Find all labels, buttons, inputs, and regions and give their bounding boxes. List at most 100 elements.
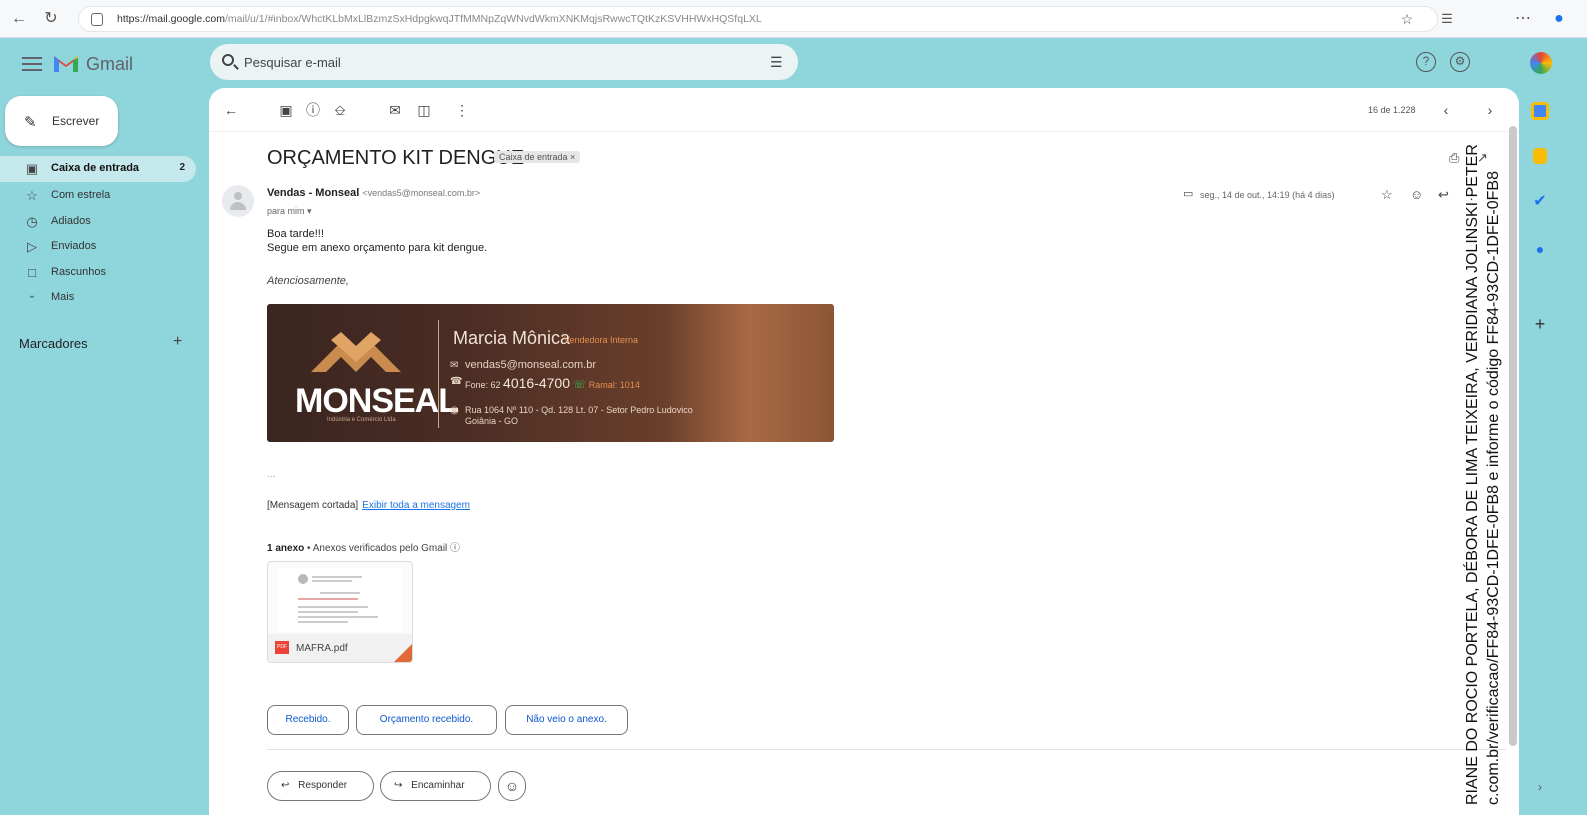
archive-icon[interactable]: ▣ (277, 101, 295, 119)
help-icon[interactable]: ? (1416, 52, 1436, 72)
search-bar[interactable]: ☰ (210, 44, 798, 80)
sidebar-item-snoozed[interactable]: ◷ Adiados (0, 209, 196, 235)
emoji-reaction-button[interactable]: ☺ (498, 771, 526, 801)
phone-icon: ☎ (450, 376, 463, 387)
tasks-icon[interactable]: ✔ (1531, 193, 1549, 211)
attachment-footer: PDF MAFRA.pdf (268, 634, 412, 662)
recipient-dropdown[interactable]: para mim ▾ (267, 206, 312, 217)
trimmed-content-dots[interactable]: ... (267, 469, 275, 480)
emoji-react-icon[interactable]: ☺ (1410, 187, 1423, 202)
main-menu-icon[interactable] (22, 57, 42, 71)
search-input[interactable] (244, 54, 644, 70)
scrollbar[interactable] (1509, 126, 1517, 746)
reply-arrow-icon: ↩ (281, 780, 290, 791)
star-icon[interactable]: ☆ (1381, 187, 1393, 203)
smart-reply-button[interactable]: Não veio o anexo. (505, 705, 628, 735)
page-fold-icon (392, 642, 412, 662)
lock-icon (91, 13, 103, 26)
email-icon: ✉ (450, 360, 459, 371)
compose-button[interactable]: ✎ Escrever (5, 96, 118, 146)
forward-button[interactable]: ↪ Encaminhar (380, 771, 491, 801)
reply-button[interactable]: ↩ Responder (267, 771, 374, 801)
back-to-inbox-icon[interactable]: ← (222, 101, 240, 119)
inbox-icon: ▣ (25, 161, 39, 176)
email-body: Boa tarde!!! Segue em anexo orçamento pa… (267, 228, 488, 254)
attachments-header: 1 anexo • Anexos verificados pelo Gmail … (267, 543, 461, 554)
print-icon[interactable]: ⎙ (1449, 150, 1459, 166)
reload-icon[interactable]: ↻ (40, 8, 62, 30)
keep-icon[interactable] (1533, 148, 1547, 164)
unread-count: 2 (179, 162, 185, 173)
sidebar-item-inbox[interactable]: ▣ Caixa de entrada 2 (0, 156, 196, 182)
smart-reply-button[interactable]: Recebido. (267, 705, 349, 735)
smart-reply-button[interactable]: Orçamento recebido. (356, 705, 497, 735)
location-pin-icon: ◉ (450, 405, 459, 416)
more-options-icon[interactable]: ⋮ (453, 101, 471, 119)
move-to-folder-icon[interactable]: ◫ (415, 101, 433, 119)
mark-unread-icon[interactable]: ✉ (386, 101, 404, 119)
favorites-icon[interactable]: ☰ (1436, 8, 1458, 30)
forward-arrow-icon: ↪ (394, 780, 403, 791)
label-icon: ▭ (1183, 188, 1194, 200)
add-addon-icon[interactable]: + (1531, 315, 1549, 333)
logo-subtitle: Indústria e Comércio Ltda (327, 417, 396, 423)
browser-profile-icon[interactable]: ● (1548, 8, 1570, 30)
info-icon[interactable]: ⓘ (450, 543, 460, 554)
sender-email: <vendas5@monseal.com.br> (362, 188, 481, 198)
address-bar[interactable]: https://mail.google.com/mail/u/1/#inbox/… (78, 6, 1438, 32)
bookmark-star-icon[interactable]: ☆ (1396, 8, 1418, 30)
attachment-card[interactable]: PDF MAFRA.pdf (267, 561, 413, 663)
pencil-icon: ✎ (24, 114, 37, 131)
add-label-icon[interactable]: + (173, 333, 182, 351)
sidebar-item-starred[interactable]: ☆ Com estrela (0, 183, 196, 209)
inbox-label-chip[interactable]: Caixa de entrada × (494, 151, 581, 163)
sender-avatar (222, 185, 254, 217)
pdf-preview (278, 568, 402, 632)
whatsapp-icon: ☏ (572, 379, 587, 391)
back-arrow-icon[interactable]: ← (8, 8, 30, 30)
signature-name: Marcia Mônica (453, 328, 571, 348)
sidebar-item-more[interactable]: ⌄ Mais (0, 285, 196, 311)
more-menu-icon[interactable]: ⋯ (1512, 8, 1534, 30)
signature-email: vendas5@monseal.com.br (465, 359, 597, 371)
sidebar-item-sent[interactable]: ▷ Enviados (0, 234, 196, 260)
document-crest-icon (298, 574, 308, 584)
email-date: seg., 14 de out., 14:19 (há 4 dias) (1200, 190, 1335, 200)
report-spam-icon[interactable]: ⓘ (304, 101, 322, 119)
app-name: Gmail (86, 54, 134, 74)
verification-watermark: RIANE DO ROCIO PORTELA, DÉBORA DE LIMA T… (1464, 144, 1502, 805)
sidebar-item-drafts[interactable]: □ Rascunhos (0, 260, 196, 286)
signature-role: Vendedora Interna (564, 335, 639, 345)
message-clipped-notice: [Mensagem cortada] Exibir toda a mensagem (267, 500, 471, 511)
message-counter: 16 de 1.228 (1368, 105, 1416, 115)
sender: Vendas - Monseal <vendas5@monseal.com.br… (267, 187, 480, 199)
attachment-filename: MAFRA.pdf (296, 643, 348, 654)
closing-text: Atenciosamente, (267, 275, 349, 287)
search-icon[interactable] (222, 54, 234, 66)
calendar-icon[interactable] (1531, 102, 1549, 120)
account-avatar[interactable] (1530, 52, 1552, 74)
chevron-down-icon: ⌄ (27, 290, 37, 301)
reply-icon[interactable]: ↩ (1438, 187, 1449, 203)
pdf-file-icon: PDF (275, 641, 289, 654)
email-toolbar: ← ▣ ⓘ ⎒ ✉ ◫ ⋮ 16 de 1.228 ‹ › (209, 88, 1519, 132)
draft-icon: □ (28, 265, 36, 280)
gmail-logo-icon[interactable] (52, 52, 80, 74)
view-full-message-link[interactable]: Exibir toda a mensagem (362, 500, 470, 511)
divider (267, 749, 1507, 750)
contacts-icon[interactable]: ● (1531, 240, 1549, 258)
email-subject: ORÇAMENTO KIT DENGUE (267, 147, 525, 169)
show-side-panel-icon[interactable]: › (1531, 778, 1549, 796)
delete-icon[interactable]: ⎒ (331, 101, 349, 119)
newer-chevron-icon[interactable]: ‹ (1437, 101, 1455, 119)
send-icon: ▷ (27, 239, 37, 254)
signature-banner: MONSEAL Indústria e Comércio Ltda Marcia… (267, 304, 834, 442)
banner-divider (438, 320, 439, 428)
signature-address: Rua 1064 Nº 110 - Qd. 128 Lt. 07 - Setor… (465, 405, 693, 426)
monseal-logo-text: MONSEAL (295, 382, 459, 420)
clock-icon: ◷ (26, 214, 38, 229)
labels-heading: Marcadores (19, 336, 88, 351)
email-view: ← ▣ ⓘ ⎒ ✉ ◫ ⋮ 16 de 1.228 ‹ › ORÇAMENTO … (209, 88, 1519, 815)
monseal-logo-mark (311, 332, 401, 372)
search-options-icon[interactable]: ☰ (770, 54, 783, 71)
